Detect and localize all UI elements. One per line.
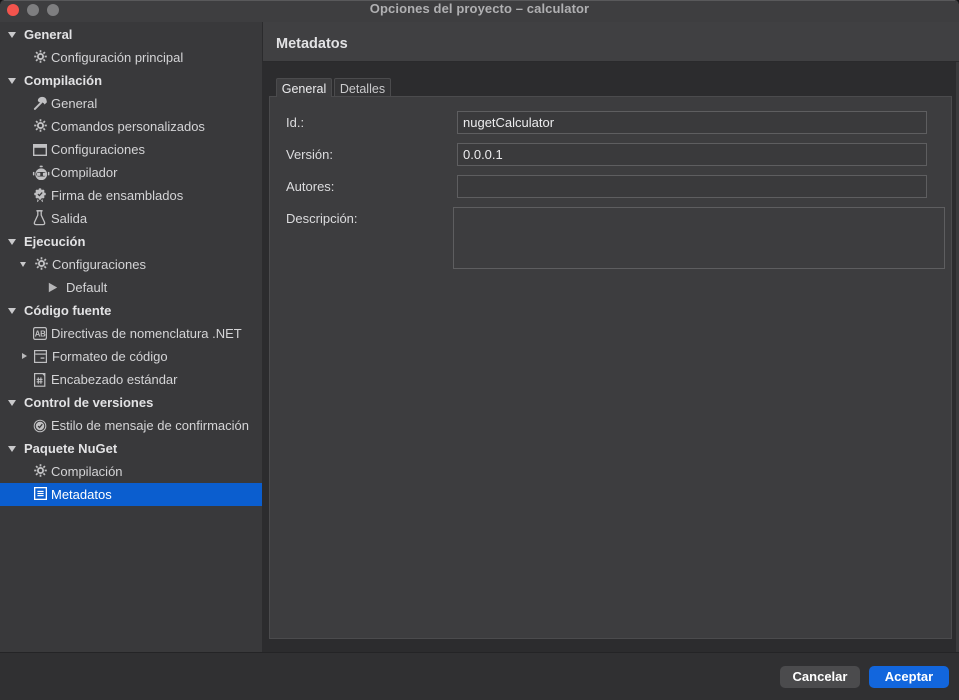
svg-text:AB: AB [35,330,46,339]
